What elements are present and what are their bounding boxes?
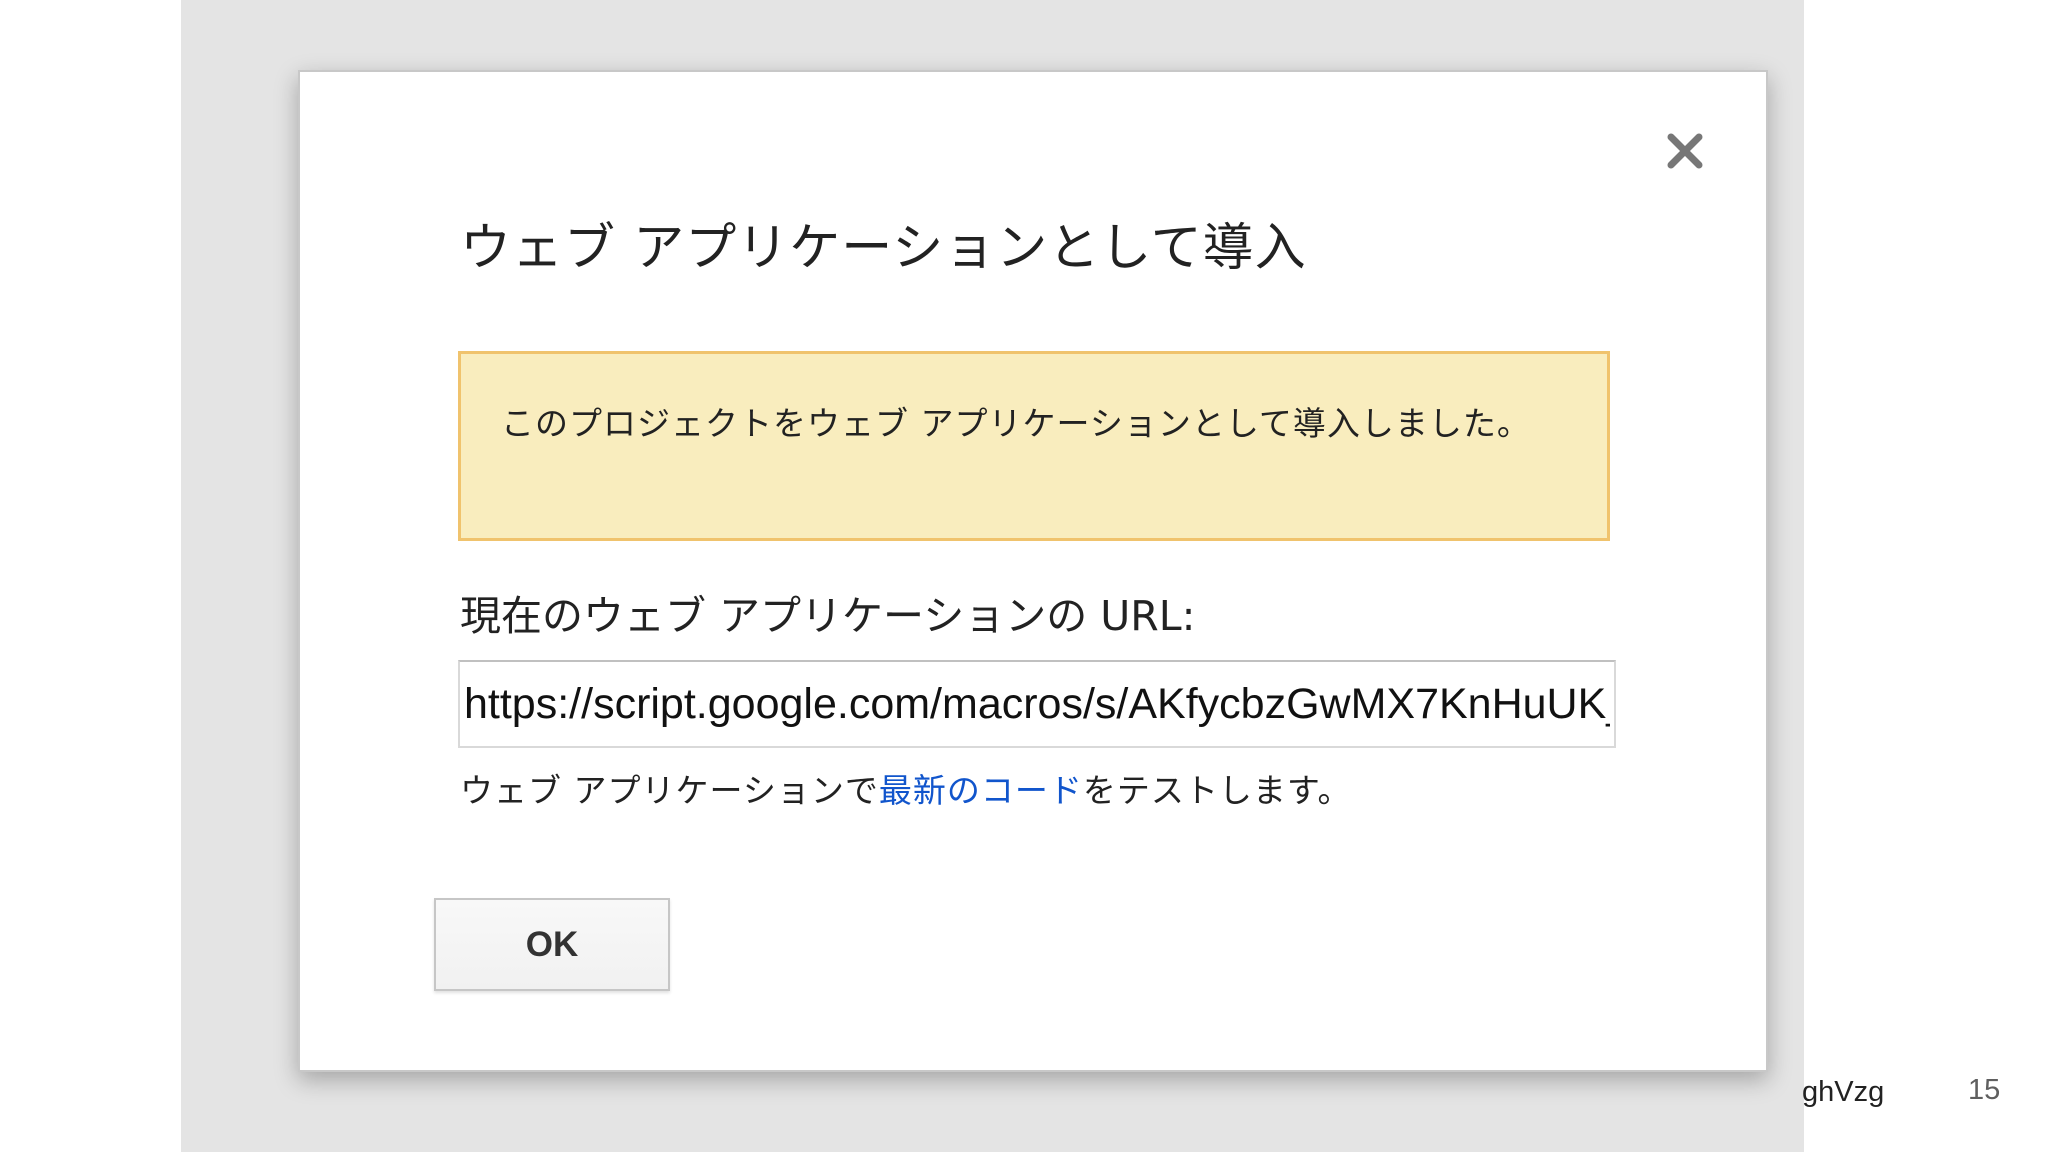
- close-icon: [1667, 133, 1703, 169]
- latest-code-link[interactable]: 最新のコード: [879, 771, 1083, 810]
- page-number: 15: [1968, 1074, 2001, 1106]
- url-label: 現在のウェブ アプリケーションの URL:: [460, 592, 1196, 640]
- close-button[interactable]: [1658, 124, 1712, 178]
- slide: ウェブ アプリケーションとして導入 このプロジェクトをウェブ アプリケーションと…: [0, 0, 2048, 1152]
- webapp-url-field[interactable]: [458, 660, 1616, 748]
- test-hint: ウェブ アプリケーションで最新のコードをテストします。: [460, 764, 1352, 812]
- test-hint-suffix: をテストします。: [1082, 771, 1352, 810]
- test-hint-prefix: ウェブ アプリケーションで: [460, 771, 879, 810]
- deploy-notice-text: このプロジェクトをウェブ アプリケーションとして導入しました。: [501, 404, 1531, 443]
- ok-button[interactable]: OK: [434, 898, 670, 991]
- dialog-title: ウェブ アプリケーションとして導入: [460, 219, 1307, 278]
- footer-fragment: ghVzg: [1802, 1076, 1885, 1108]
- deploy-webapp-dialog: ウェブ アプリケーションとして導入 このプロジェクトをウェブ アプリケーションと…: [298, 70, 1768, 1072]
- deploy-notice: このプロジェクトをウェブ アプリケーションとして導入しました。: [458, 351, 1610, 541]
